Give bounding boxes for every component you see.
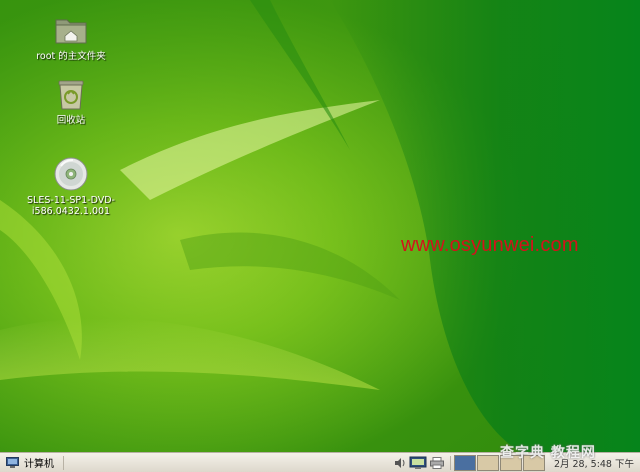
- site-watermark-stamp: 查字典 教程网: [500, 445, 596, 461]
- desktop-icon-label: 回收站: [56, 115, 86, 126]
- computer-menu-button[interactable]: 计算机: [0, 454, 60, 472]
- printer-button[interactable]: [429, 456, 444, 470]
- network-icon: [409, 456, 427, 469]
- taskbar-separator: [449, 455, 451, 470]
- desktop-icon-label: SLES-11-SP1-DVD- i586.0432.1.001: [27, 195, 115, 217]
- desktop-icon-label: root 的主文件夹: [36, 51, 106, 62]
- volume-icon: [394, 457, 405, 468]
- desktop-icon-trash[interactable]: 回收站: [16, 76, 126, 126]
- printer-icon: [429, 456, 444, 469]
- trash-icon: [58, 80, 84, 110]
- desktop-icon-dvd[interactable]: SLES-11-SP1-DVD- i586.0432.1.001: [16, 156, 126, 217]
- workspace-1[interactable]: [453, 454, 476, 471]
- computer-menu-label: 计算机: [24, 459, 54, 470]
- computer-icon: [6, 456, 19, 468]
- network-button[interactable]: [409, 456, 427, 470]
- green-wallpaper: [0, 0, 640, 452]
- workspace-2[interactable]: [476, 454, 499, 471]
- dvd-disc-icon: [54, 157, 88, 191]
- watermark-text: www.osyunwei.com: [401, 234, 579, 256]
- taskbar-separator: [63, 455, 64, 470]
- volume-button[interactable]: [394, 456, 406, 470]
- desktop[interactable]: root 的主文件夹 回收站 SLES-11-SP1-DVD- i586.043…: [0, 0, 640, 452]
- desktop-icon-home-folder[interactable]: root 的主文件夹: [16, 12, 126, 62]
- home-folder-icon: [55, 19, 87, 44]
